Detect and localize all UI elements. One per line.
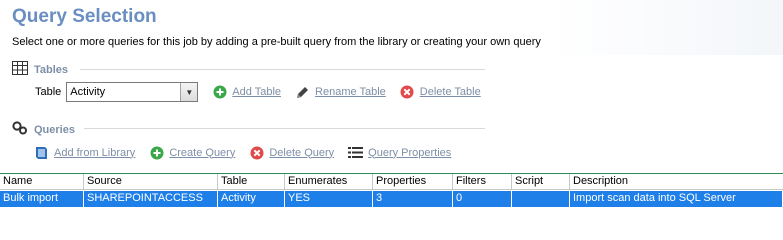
queries-toolbar: Add from Library Create Query Delete Que… [34,145,451,160]
cell-name: Bulk import [0,191,84,207]
table-row[interactable]: Bulk import SHAREPOINTACCESS Activity YE… [0,191,783,207]
create-query-button[interactable]: Create Query [149,145,235,160]
list-icon [348,145,364,160]
queries-section-title: Queries [34,123,75,136]
add-table-button[interactable]: Add Table [212,85,281,100]
cell-filters: 0 [453,191,512,207]
cell-properties: 3 [373,191,453,207]
column-header-table[interactable]: Table [218,174,285,190]
column-header-script[interactable]: Script [512,174,570,190]
table-label: Table [35,86,62,98]
page-subtitle: Select one or more queries for this job … [12,36,541,48]
column-header-description[interactable]: Description [570,174,783,190]
chevron-down-icon[interactable]: ▼ [180,83,198,101]
book-icon [34,145,49,160]
queries-section-header: Queries [12,121,75,138]
column-header-filters[interactable]: Filters [453,174,512,190]
query-properties-button[interactable]: Query Properties [348,145,451,160]
plus-circle-icon [149,145,164,160]
grid-header: Name Source Table Enumerates Properties … [0,174,783,190]
queries-gears-icon [12,121,28,138]
cell-description: Import scan data into SQL Server [570,191,783,207]
delete-table-button[interactable]: Delete Table [400,85,481,100]
column-header-source[interactable]: Source [84,174,218,190]
rename-table-button[interactable]: Rename Table [295,85,386,100]
table-select-value: Activity [70,86,106,98]
cell-source: SHAREPOINTACCESS [84,191,218,207]
add-from-library-button[interactable]: Add from Library [34,145,135,160]
cell-enumerates: YES [285,191,373,207]
column-header-enumerates[interactable]: Enumerates [285,174,373,190]
tables-section-header: Tables [12,61,68,78]
delete-circle-icon [400,85,415,100]
queries-divider [84,128,485,129]
table-grid-icon [12,61,28,78]
delete-circle-icon [249,145,264,160]
delete-query-button[interactable]: Delete Query [249,145,334,160]
column-header-properties[interactable]: Properties [373,174,453,190]
cell-script [512,191,570,207]
tables-section-title: Tables [34,63,69,76]
tables-divider [80,69,485,70]
page-title: Query Selection [12,6,157,27]
pencil-icon [295,85,310,100]
table-select[interactable]: Activity ▼ [66,82,199,102]
cell-table: Activity [218,191,285,207]
plus-circle-icon [212,85,227,100]
column-header-name[interactable]: Name [0,174,84,190]
table-selector-row: Table Activity ▼ Add Table Rename Table … [35,82,481,102]
